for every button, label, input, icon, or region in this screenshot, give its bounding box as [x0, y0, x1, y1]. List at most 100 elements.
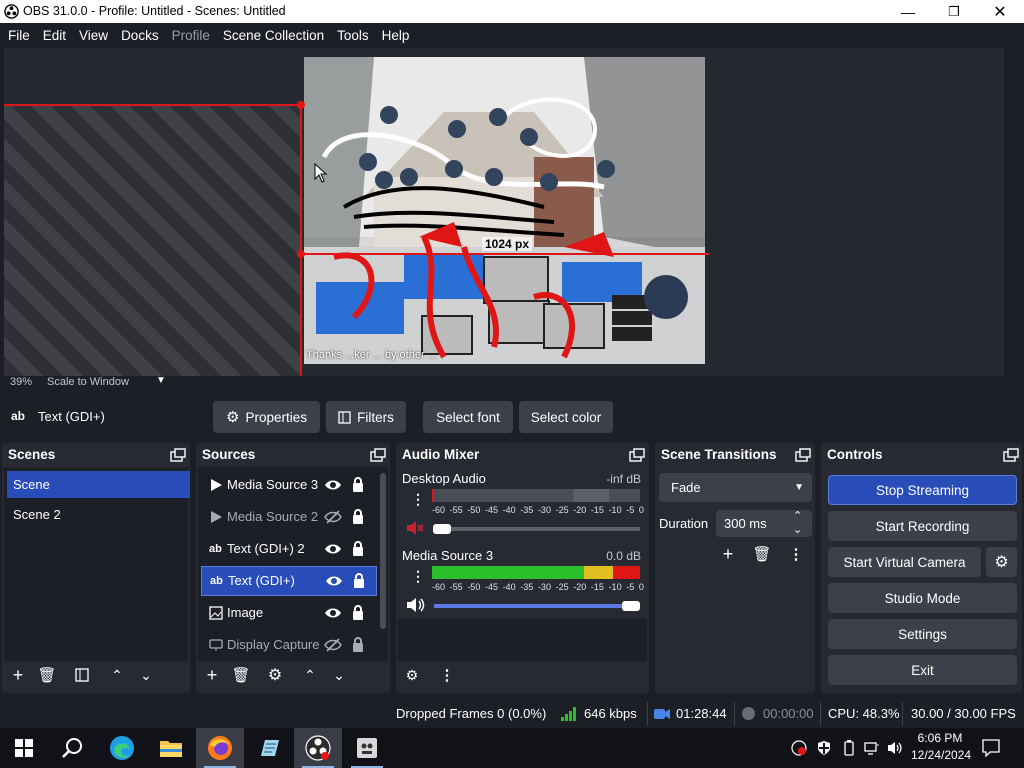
scene-image[interactable]: 1024 px Thanks ...ker ... by other ... [304, 57, 705, 364]
transition-menu-icon[interactable]: ⋮ [785, 543, 807, 565]
advanced-audio-settings-icon[interactable]: ⚙ [401, 664, 423, 686]
lock-icon[interactable] [351, 636, 365, 653]
close-button[interactable]: ✕ [977, 0, 1023, 23]
obs-tray-icon[interactable] [791, 740, 807, 756]
cpu-usage: CPU: 48.3% [828, 706, 900, 721]
scene-filters-icon[interactable] [71, 664, 93, 686]
taskbar-file-explorer[interactable] [147, 728, 195, 768]
remove-source-icon[interactable]: 🗑 [230, 664, 252, 686]
selection-handle[interactable] [297, 101, 305, 109]
scene-item-scene-2[interactable]: Scene 2 [7, 501, 190, 528]
status-divider [647, 702, 648, 726]
remove-scene-icon[interactable]: 🗑 [36, 664, 58, 686]
eye-icon[interactable] [325, 573, 343, 589]
move-source-up-icon[interactable]: ⌃ [299, 664, 321, 686]
menu-edit[interactable]: Edit [43, 28, 66, 43]
properties-button[interactable]: ⚙ Properties [213, 401, 320, 433]
taskbar-app[interactable] [343, 728, 391, 768]
increment-icon[interactable]: ⌃ [793, 509, 802, 522]
exit-button[interactable]: Exit [828, 655, 1017, 685]
scale-mode[interactable]: Scale to Window [47, 376, 129, 388]
eye-hidden-icon[interactable] [324, 637, 342, 653]
volume-icon[interactable] [887, 740, 903, 756]
stop-streaming-button[interactable]: Stop Streaming [828, 475, 1017, 505]
float-dock-icon[interactable] [170, 448, 186, 462]
clock-date[interactable]: 12/24/2024 [910, 748, 972, 762]
start-button[interactable] [0, 728, 48, 768]
menu-help[interactable]: Help [382, 28, 410, 43]
add-scene-icon[interactable]: + [7, 664, 29, 686]
lock-icon[interactable] [351, 604, 365, 621]
selection-handle[interactable] [297, 250, 305, 258]
channel-menu-icon[interactable]: ⋮ [411, 568, 425, 585]
float-dock-icon[interactable] [1003, 448, 1019, 462]
source-item[interactable]: Media Source 2 [201, 502, 377, 532]
filters-button[interactable]: Filters [326, 401, 406, 433]
lock-icon[interactable] [351, 476, 365, 493]
studio-mode-button[interactable]: Studio Mode [828, 583, 1017, 613]
preview-canvas[interactable]: 1024 px Thanks ...ker ... by other ... [4, 48, 1004, 376]
mixer-menu-icon[interactable]: ⋮ [436, 664, 458, 686]
eye-icon[interactable] [324, 605, 342, 621]
add-source-icon[interactable]: + [201, 664, 223, 686]
security-shield-icon[interactable] [816, 740, 832, 756]
decrement-icon[interactable]: ⌄ [793, 523, 802, 536]
source-item[interactable]: Image [201, 598, 377, 628]
move-source-down-icon[interactable]: ⌄ [328, 664, 350, 686]
scale-dropdown-icon[interactable]: ▼ [156, 375, 166, 386]
taskbar-firefox[interactable] [196, 728, 244, 768]
start-virtual-camera-button[interactable]: Start Virtual Camera [828, 547, 981, 577]
add-transition-icon[interactable]: + [717, 543, 739, 565]
eye-hidden-icon[interactable] [324, 509, 342, 525]
transition-select[interactable]: Fade ▼ [659, 473, 812, 502]
battery-icon[interactable] [841, 740, 857, 756]
menu-scene-collection[interactable]: Scene Collection [223, 28, 324, 43]
lock-icon[interactable] [352, 572, 366, 589]
network-icon[interactable] [864, 740, 880, 756]
search-button[interactable] [48, 728, 96, 768]
move-scene-down-icon[interactable]: ⌄ [135, 664, 157, 686]
volume-slider-knob[interactable] [433, 524, 451, 534]
eye-icon[interactable] [324, 541, 342, 557]
volume-slider-track[interactable] [434, 527, 640, 531]
volume-slider-track[interactable] [434, 604, 640, 608]
float-dock-icon[interactable] [795, 448, 811, 462]
float-dock-icon[interactable] [629, 448, 645, 462]
transitions-title: Scene Transitions [661, 447, 777, 462]
menu-profile[interactable]: Profile [172, 28, 210, 43]
select-color-button[interactable]: Select color [519, 401, 613, 433]
speaker-icon[interactable] [406, 598, 426, 612]
menu-tools[interactable]: Tools [337, 28, 369, 43]
start-recording-button[interactable]: Start Recording [828, 511, 1017, 541]
source-item-selected[interactable]: ab Text (GDI+) [201, 566, 377, 596]
clock-time[interactable]: 6:06 PM [917, 731, 963, 745]
muted-speaker-icon[interactable] [406, 521, 424, 535]
channel-menu-icon[interactable]: ⋮ [411, 491, 425, 508]
sources-scrollbar[interactable] [380, 473, 386, 629]
lock-icon[interactable] [351, 540, 365, 557]
source-item[interactable]: ab Text (GDI+) 2 [201, 534, 377, 564]
source-item[interactable]: Media Source 3 [201, 470, 377, 500]
virtual-camera-settings-button[interactable]: ⚙ [986, 547, 1017, 577]
taskbar-obs[interactable] [294, 728, 342, 768]
select-font-button[interactable]: Select font [423, 401, 513, 433]
float-dock-icon[interactable] [370, 448, 386, 462]
move-scene-up-icon[interactable]: ⌃ [106, 664, 128, 686]
menu-file[interactable]: File [8, 28, 30, 43]
source-item[interactable]: Display Capture [201, 630, 377, 660]
remove-transition-icon[interactable]: 🗑 [751, 543, 773, 565]
taskbar-edge[interactable] [98, 728, 146, 768]
menu-view[interactable]: View [79, 28, 108, 43]
maximize-button[interactable]: ❐ [931, 0, 977, 23]
minimize-button[interactable]: — [885, 0, 931, 23]
menu-docks[interactable]: Docks [121, 28, 159, 43]
duration-label: Duration [659, 516, 709, 531]
source-properties-icon[interactable]: ⚙ [264, 664, 286, 686]
settings-button[interactable]: Settings [828, 619, 1017, 649]
notifications-icon[interactable] [982, 739, 1000, 757]
taskbar-notepad[interactable] [245, 728, 293, 768]
scene-item-scene[interactable]: Scene [7, 471, 190, 498]
volume-slider-knob[interactable] [622, 601, 640, 611]
eye-icon[interactable] [324, 477, 342, 493]
lock-icon[interactable] [351, 508, 365, 525]
